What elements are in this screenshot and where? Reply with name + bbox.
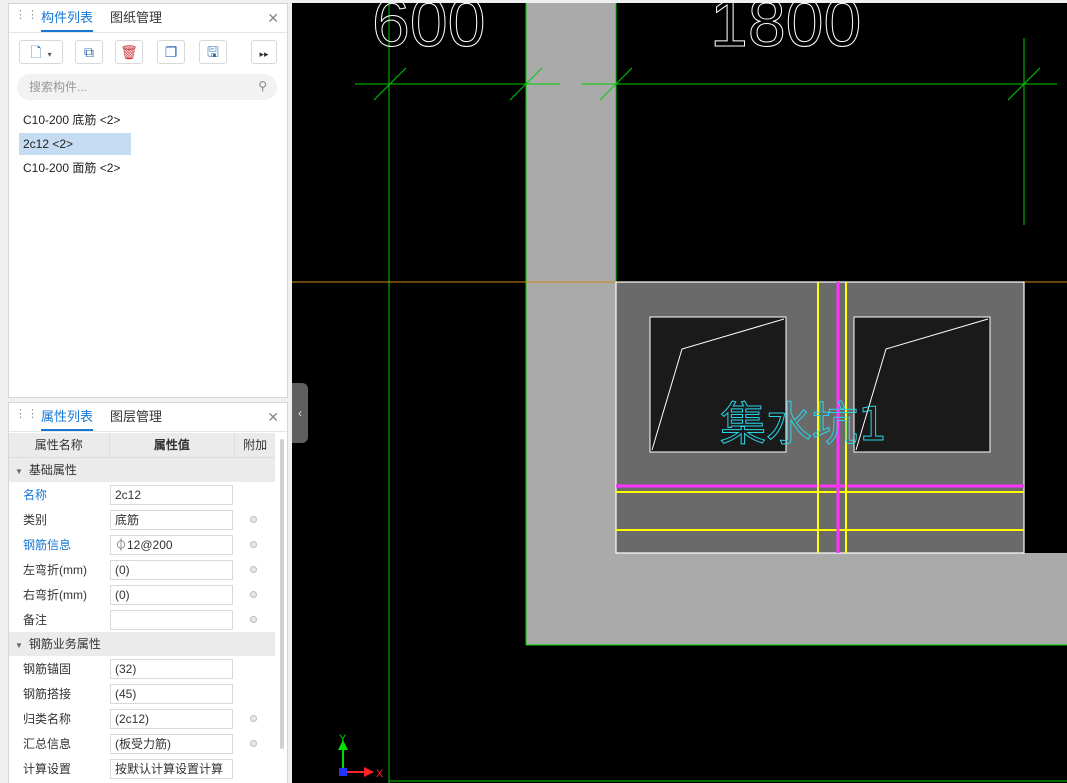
property-name: 备注 — [23, 613, 48, 627]
search-input[interactable] — [17, 74, 239, 100]
property-table-header: 属性名称 属性值 附加 — [9, 433, 275, 458]
property-value-field[interactable]: (0) — [110, 584, 233, 605]
dimension-label: 600 — [372, 0, 485, 61]
new-component-button[interactable]: 🗋 ▾ — [19, 40, 63, 64]
attach-checkbox[interactable] — [250, 591, 257, 598]
component-list: C10-200 底筋 <2> 2c12 <2> C10-200 面筋 <2> — [19, 109, 131, 181]
component-panel-tabbar: ⋮⋮ 构件列表 图纸管理 ✕ — [9, 4, 287, 33]
attach-checkbox[interactable] — [250, 740, 257, 747]
group-rebar-business-properties[interactable]: ▼ 钢筋业务属性 — [9, 632, 275, 656]
double-chevron-right-icon: ▸▸ — [259, 49, 269, 59]
property-table: 属性名称 属性值 附加 ▼ 基础属性 名称 2c12 类别 底筋 钢筋信息 ⏀12@20… — [9, 433, 275, 781]
copy-icon: ⧉ — [84, 44, 94, 60]
group-basic-properties[interactable]: ▼ 基础属性 — [9, 458, 275, 482]
component-list-panel: ⋮⋮ 构件列表 图纸管理 ✕ 🗋▾ ⧉ 🗑 ❐ 🖫 ▸▸ ⚲ C10-200 底… — [8, 3, 288, 398]
search-icon[interactable]: ⚲ — [258, 79, 267, 93]
tab-drawing-management[interactable]: 图纸管理 — [110, 4, 162, 31]
trash-icon: 🗑 — [120, 44, 138, 60]
attach-checkbox[interactable] — [250, 541, 257, 548]
copy-component-button[interactable]: ⧉ — [75, 40, 103, 64]
property-value-field[interactable]: (板受力筋) — [110, 733, 233, 754]
table-row: 右弯折(mm) (0) — [9, 582, 275, 607]
chevron-left-icon: ‹ — [298, 406, 302, 420]
property-value-field[interactable]: (32) — [110, 658, 233, 679]
close-icon[interactable]: ✕ — [267, 409, 279, 426]
collapse-triangle-icon[interactable]: ▼ — [15, 467, 23, 476]
axis-y-label: Y — [339, 733, 347, 745]
component-search-box: ⚲ — [17, 74, 277, 100]
drag-grip-icon[interactable]: ⋮⋮ — [15, 10, 38, 24]
property-value-field[interactable] — [110, 609, 233, 630]
property-value-field[interactable]: 底筋 — [110, 509, 233, 530]
drawing-canvas[interactable]: 600 1800 集水坑1 Y X — [292, 0, 1067, 783]
tab-property-list[interactable]: 属性列表 — [41, 403, 94, 431]
property-name: 钢筋信息 — [23, 538, 72, 552]
duplicate-icon: ❐ — [164, 44, 178, 60]
table-row: 备注 — [9, 607, 275, 632]
copy-to-floor-button[interactable]: ❐ — [157, 40, 185, 64]
wall-horizontal[interactable] — [526, 553, 1067, 645]
attach-checkbox[interactable] — [250, 566, 257, 573]
table-row: 左弯折(mm) (0) — [9, 557, 275, 582]
new-file-icon: 🗋 — [30, 44, 42, 60]
table-row: 名称 2c12 — [9, 482, 275, 507]
property-value-field[interactable]: (45) — [110, 683, 233, 704]
property-list-panel: ⋮⋮ 属性列表 图层管理 ✕ 属性名称 属性值 附加 ▼ 基础属性 名称 2c12 … — [8, 402, 288, 783]
table-row: 钢筋锚固 (32) — [9, 656, 275, 681]
more-tools-button[interactable]: ▸▸ — [251, 40, 277, 64]
property-name: 类别 — [23, 513, 48, 527]
list-item[interactable]: C10-200 面筋 <2> — [19, 157, 131, 179]
wall-vertical[interactable] — [526, 3, 616, 645]
tab-component-list[interactable]: 构件列表 — [41, 4, 94, 32]
property-value-field[interactable]: (0) — [110, 559, 233, 580]
property-name: 右弯折(mm) — [23, 588, 87, 602]
table-row: 钢筋信息 ⏀12@200 — [9, 532, 275, 557]
attach-checkbox[interactable] — [250, 516, 257, 523]
group-title: 钢筋业务属性 — [28, 637, 101, 651]
save-icon: 🖫 — [207, 44, 219, 60]
pit-label: 集水坑1 — [720, 397, 887, 451]
delete-component-button[interactable]: 🗑 — [115, 40, 143, 64]
property-name: 左弯折(mm) — [23, 563, 87, 577]
dropdown-arrow-icon[interactable]: ▾ — [48, 50, 52, 59]
dimension-label: 1800 — [710, 0, 861, 61]
collapse-triangle-icon[interactable]: ▼ — [15, 641, 23, 650]
table-row: 归类名称 (2c12) — [9, 706, 275, 731]
property-value-field[interactable]: 2c12 — [110, 484, 233, 505]
table-row: 汇总信息 (板受力筋) — [9, 731, 275, 756]
property-panel-tabbar: ⋮⋮ 属性列表 图层管理 ✕ — [9, 403, 287, 432]
attach-checkbox[interactable] — [250, 616, 257, 623]
left-sidebar: ⋮⋮ 构件列表 图纸管理 ✕ 🗋▾ ⧉ 🗑 ❐ 🖫 ▸▸ ⚲ C10-200 底… — [0, 0, 292, 783]
attach-checkbox[interactable] — [250, 715, 257, 722]
column-header-extra: 附加 — [243, 438, 268, 452]
table-row: 钢筋搭接 (45) — [9, 681, 275, 706]
column-header-name: 属性名称 — [9, 433, 110, 457]
property-value-field[interactable]: 按默认计算设置计算 — [110, 758, 233, 779]
close-icon[interactable]: ✕ — [267, 10, 279, 27]
tab-layer-management[interactable]: 图层管理 — [110, 403, 162, 430]
list-item[interactable]: C10-200 底筋 <2> — [19, 109, 131, 131]
group-title: 基础属性 — [28, 463, 77, 477]
property-value-field[interactable]: (2c12) — [110, 708, 233, 729]
property-name: 归类名称 — [23, 712, 72, 726]
list-item[interactable]: 2c12 <2> — [19, 133, 131, 155]
drag-grip-icon[interactable]: ⋮⋮ — [15, 409, 38, 423]
property-name: 名称 — [23, 488, 48, 502]
property-value-field[interactable]: ⏀12@200 — [110, 534, 233, 555]
table-row: 类别 底筋 — [9, 507, 275, 532]
table-row: 计算设置 按默认计算设置计算 — [9, 756, 275, 781]
save-template-button[interactable]: 🖫 — [199, 40, 227, 64]
property-scrollbar[interactable] — [280, 439, 284, 749]
property-name: 汇总信息 — [23, 737, 72, 751]
property-name: 计算设置 — [23, 762, 72, 776]
column-header-value: 属性值 — [110, 433, 236, 457]
axis-x-label: X — [376, 768, 384, 780]
collapse-panel-handle[interactable]: ‹ — [292, 383, 308, 443]
property-name: 钢筋锚固 — [23, 662, 72, 676]
component-toolbar: 🗋 ▾ ⧉ 🗑 ❐ 🖫 ▸▸ — [9, 38, 287, 68]
property-name: 钢筋搭接 — [23, 687, 72, 701]
